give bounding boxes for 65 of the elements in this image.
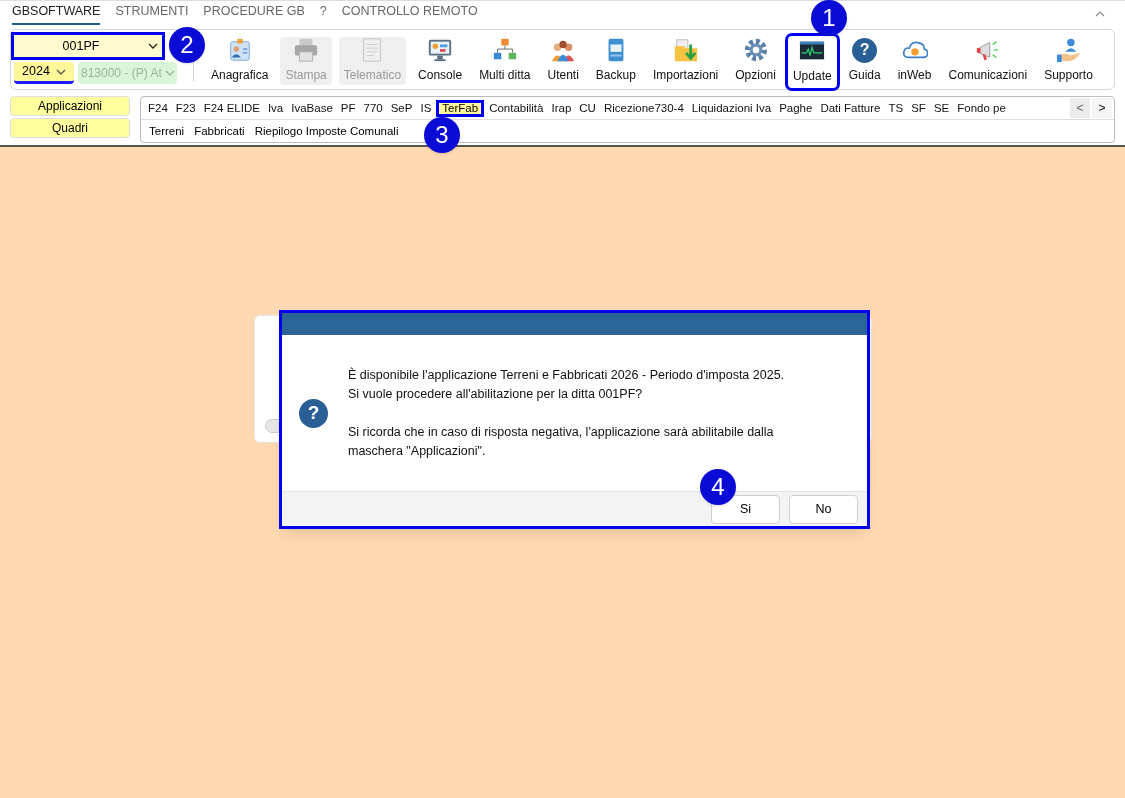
settings-icon [742, 37, 769, 63]
application-tab[interactable]: IvaBase [288, 99, 336, 117]
application-tab[interactable]: SeP [387, 99, 416, 117]
dropdown-icon [164, 70, 175, 76]
collapse-icon[interactable] [1095, 10, 1105, 17]
application-tab[interactable]: F23 [172, 99, 199, 117]
side-button[interactable]: Applicazioni [10, 96, 130, 116]
application-tab[interactable]: PF [337, 99, 359, 117]
menu-tab[interactable]: GBSOFTWARE [12, 2, 101, 25]
application-tab[interactable]: SE [930, 99, 953, 117]
menu-tab[interactable]: STRUMENTI [115, 2, 189, 25]
side-button[interactable]: Quadri [10, 118, 130, 138]
application-tab[interactable]: F24 ELIDE [200, 99, 263, 117]
toolbar-button[interactable]: Update [787, 35, 837, 88]
toolbar-button[interactable]: Importazioni [647, 36, 724, 85]
application-tab[interactable]: Irap [548, 99, 575, 117]
dialog-message: Si vuole procedere all'abilitazione per la ditta 001PF? [348, 385, 644, 403]
dialog-message: Si ricorda che in caso di risposta negativa, l'applicazione sarà abilitabile dalla [348, 423, 775, 441]
application-tab[interactable]: 770 [360, 99, 386, 117]
application-tab[interactable]: Paghe [776, 99, 816, 117]
toolbar-button[interactable]: Utenti [542, 36, 584, 85]
company-select[interactable]: 001PF [14, 35, 162, 57]
toolbar-button[interactable]: Backup [590, 36, 641, 85]
activity-select: 813000 - (P) At [78, 62, 177, 84]
application-tab[interactable]: Ricezione730-4 [600, 99, 687, 117]
monitor-icon [427, 37, 454, 63]
sub-tab[interactable]: Terreni [145, 122, 189, 140]
toolbar-button[interactable]: Opzioni [730, 36, 781, 85]
toolbar-button[interactable]: Console [413, 36, 468, 85]
application-tab[interactable]: TS [885, 99, 907, 117]
sub-tab[interactable]: Fabbricati [190, 122, 249, 140]
toolbar-button[interactable]: inWeb [892, 36, 937, 85]
scroll-button[interactable]: < [1070, 98, 1090, 119]
dropdown-icon [148, 43, 158, 49]
support-icon [1055, 37, 1082, 63]
toolbar-button[interactable]: Comunicazioni [943, 36, 1033, 85]
application-tab[interactable]: TerFab [436, 99, 485, 117]
dialog-message: maschera "Applicazioni". [348, 442, 487, 460]
sub-tab[interactable]: Riepilogo Imposte Comunali [250, 122, 403, 140]
scroll-button[interactable]: > [1092, 98, 1112, 119]
application-tab[interactable]: F24 [145, 99, 171, 117]
toolbar-button[interactable]: Multi ditta [474, 36, 536, 85]
toolbar-button[interactable]: Anagrafica [206, 36, 274, 85]
dialog-message: È disponibile l'applicazione Terreni e Fabbricati 2026 - Periodo d'imposta 2025. [348, 366, 785, 384]
menu-tab[interactable]: CONTROLLO REMOTO [341, 2, 478, 25]
application-tab[interactable]: CU [576, 99, 599, 117]
folder-download-icon [672, 37, 699, 63]
dialog-button[interactable]: No [789, 494, 858, 524]
application-tab[interactable]: SF [908, 99, 929, 117]
menu-tab[interactable]: ? [319, 2, 327, 25]
dropdown-icon [55, 68, 66, 75]
dialog-button[interactable]: Si [711, 494, 780, 524]
toolbar-button[interactable]: ? Guida [843, 36, 886, 85]
question-icon: ? [299, 398, 328, 428]
help-icon: ? [852, 37, 878, 63]
application-tab[interactable]: Contabilità [486, 99, 547, 117]
application-tab[interactable]: Iva [264, 99, 287, 117]
year-select[interactable]: 2024 [14, 62, 74, 84]
printer-icon [293, 37, 320, 63]
menu-tab[interactable]: PROCEDURE GB [203, 2, 305, 25]
application-tab[interactable]: IS [417, 99, 435, 117]
application-tab[interactable]: Dati Fatture [817, 99, 884, 117]
toolbar-button[interactable]: Supporto [1039, 36, 1098, 85]
application-tab[interactable]: Fondo pe [954, 99, 1009, 117]
application-tab[interactable]: Liquidazioni Iva [688, 99, 775, 117]
